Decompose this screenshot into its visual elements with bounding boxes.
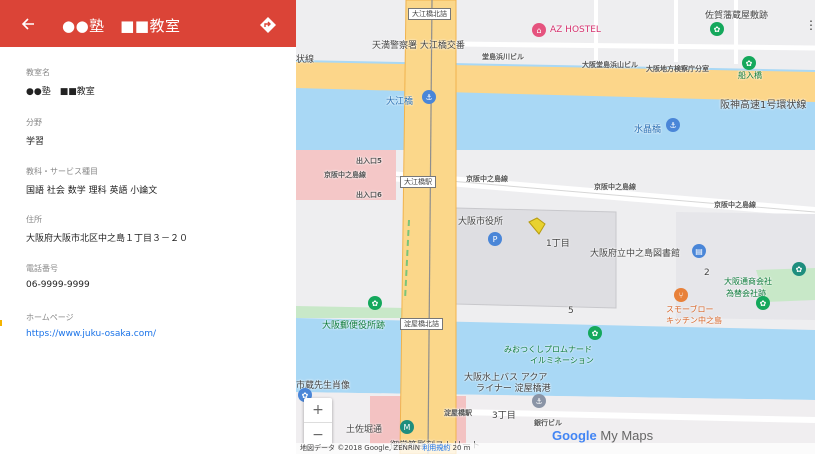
field-value-phone: 06-9999-9999 [26,280,90,290]
field-subjects: 教科・サービス種目 国語 社会 数学 理科 英語 小論文 [26,166,286,196]
restaurant-icon[interactable]: ⑂ [674,288,688,302]
map-label: 出入口6 [356,191,382,199]
map-label: 水晶橋 [634,125,662,135]
map-label: 状線 [296,55,315,65]
zoom-in-button[interactable]: + [304,398,332,422]
map-label: 土佐堀通 [346,425,383,435]
field-label-address: 住所 [26,215,42,224]
map-label: 大阪通商会社 [724,277,772,286]
homepage-link[interactable]: https://www.juku-osaka.com/ [26,329,286,339]
field-phone: 電話番号 06-9999-9999 [26,263,286,290]
landmark-icon[interactable]: ✿ [742,56,756,70]
panel-header: ●●塾 ■■教室 [0,0,296,47]
map-label: 大江橋駅 [400,176,436,188]
map-canvas[interactable] [296,0,815,454]
details-panel: ●●塾 ■■教室 教室名 ●●塾 ■■教室 分野 学習 教科・サービス種目 国語… [0,0,296,454]
map-label: 大江橋北詰 [408,8,451,20]
map-label: 天満警察署 大江橋交番 [372,41,465,51]
field-homepage: ホームページ https://www.juku-osaka.com/ [26,312,286,339]
pier-icon[interactable]: ⚓ [422,90,436,104]
field-address: 住所 大阪府大阪市北区中之島１丁目３－２０ [26,214,286,244]
metro-icon[interactable]: M [400,420,414,434]
map-label: 大阪市役所 [458,217,504,227]
map-label: 京阪中之島線 [466,175,508,183]
map-label: ライナー 淀屋橋港 [476,384,551,394]
map-label: 京阪中之島線 [324,171,366,179]
map-label: 阪神高速1号環状線 [720,100,807,111]
library-icon[interactable]: ▤ [692,244,706,258]
logo-mymaps-text: My Maps [596,428,654,443]
panel-edge-mark [0,320,2,326]
map-label: 銀行ビル [534,419,562,427]
map-label: イルミネーション [530,356,594,365]
map-label: 船入橋 [738,71,762,80]
map-label: 堂島浜川ビル [482,53,524,61]
map-label: 佐賀藩蔵屋敷跡 [705,11,769,21]
map-label: AZ HOSTEL [550,25,601,35]
map-label: スモーブロー [666,305,714,314]
field-value-subjects: 国語 社会 数学 理科 英語 小論文 [26,186,158,196]
map-label: 1丁目 [546,239,570,249]
hotel-icon[interactable]: ⌂ [532,23,546,37]
field-value-category: 学習 [26,137,45,147]
map-label: 京阪中之島線 [594,183,636,191]
back-button[interactable] [16,12,40,36]
directions-button[interactable] [255,12,281,38]
landmark-icon[interactable]: ✿ [588,326,602,340]
scale-text: 20 m [452,444,471,452]
terms-link[interactable]: 利用規約 [422,444,450,452]
field-label-subjects: 教科・サービス種目 [26,167,98,176]
field-category: 分野 学習 [26,117,286,147]
field-label-homepage: ホームページ [26,313,74,322]
map-label: 3丁目 [492,411,516,421]
map-label: 出入口5 [356,157,382,165]
field-name: 教室名 ●●塾 ■■教室 [26,67,286,97]
pier-icon[interactable]: ⚓ [532,394,546,408]
field-value-address: 大阪府大阪市北区中之島１丁目３－２０ [26,234,189,244]
map-label: 5 [568,306,574,316]
logo-google-text: Google [552,428,597,443]
map-label: 大阪堂島浜山ビル [582,61,638,69]
map-menu-icon[interactable]: ⋮ [805,18,815,32]
field-label-category: 分野 [26,118,42,127]
pier-icon[interactable]: ⚓ [666,118,680,132]
directions-icon [260,17,276,33]
map-label: 淀屋橋北詰 [400,318,443,330]
map-label: 2 [704,268,710,278]
map-label: 淀屋橋駅 [444,409,472,417]
map-label: キッチン中之島 [666,316,722,325]
landmark-icon[interactable]: ✿ [756,296,770,310]
location-marker-icon[interactable] [516,214,534,238]
map-label: 大阪府立中之島図書館 [590,249,681,259]
parking-icon[interactable]: P [488,232,502,246]
map-view[interactable]: ⋮ 大江橋北詰 天満警察署 大江橋交番 ⌂ AZ HOSTEL 佐賀藩蔵屋敷跡 … [296,0,815,454]
map-attribution: 地図データ ©2018 Google, ZENRIN 利用規約 20 m [296,443,815,454]
landmark-icon[interactable]: ✿ [368,296,382,310]
map-label: 大江橋 [386,97,414,107]
map-label: 大阪地方検察庁分室 [646,65,709,73]
panel-title: ●●塾 ■■教室 [62,17,181,35]
map-label: みおつくしプロムナード [504,345,592,354]
landmark-icon[interactable]: ✿ [710,22,724,36]
attribution-text: 地図データ ©2018 Google, ZENRIN [300,444,421,452]
map-label: 京阪中之島線 [714,201,756,209]
field-value-name: ●●塾 ■■教室 [26,87,95,97]
arrow-left-icon [21,18,34,30]
field-label-phone: 電話番号 [26,264,58,273]
zoom-control: + − [304,398,332,446]
map-label: 大阪郵便役所跡 [322,321,386,331]
field-label-name: 教室名 [26,68,50,77]
transit-icon[interactable]: ✿ [792,262,806,276]
google-my-maps-logo: Google My Maps [552,428,653,443]
